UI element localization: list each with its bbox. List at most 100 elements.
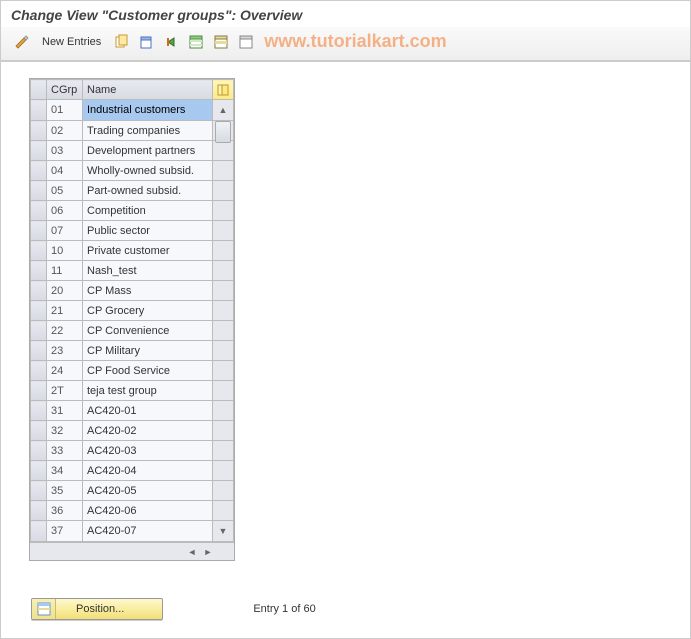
vertical-scrollbar[interactable] [213, 281, 234, 301]
row-selector[interactable] [31, 461, 47, 481]
toggle-change-mode-button[interactable] [11, 32, 33, 52]
cell-name[interactable]: Nash_test [83, 261, 213, 281]
vertical-scrollbar[interactable] [213, 421, 234, 441]
cell-cgrp[interactable]: 34 [47, 461, 83, 481]
cell-cgrp[interactable]: 06 [47, 201, 83, 221]
deselect-all-button[interactable] [235, 32, 257, 52]
new-entries-button[interactable]: New Entries [36, 36, 107, 48]
select-all-corner[interactable] [31, 80, 47, 100]
cell-cgrp[interactable]: 02 [47, 121, 83, 141]
cell-cgrp[interactable]: 05 [47, 181, 83, 201]
vertical-scrollbar[interactable]: ▲ [213, 100, 234, 121]
table-row[interactable]: 04Wholly-owned subsid. [31, 161, 234, 181]
vertical-scrollbar[interactable] [213, 381, 234, 401]
cell-name[interactable]: Public sector [83, 221, 213, 241]
table-row[interactable]: 31AC420-01 [31, 401, 234, 421]
row-selector[interactable] [31, 341, 47, 361]
cell-cgrp[interactable]: 37 [47, 521, 83, 542]
table-row[interactable]: 34AC420-04 [31, 461, 234, 481]
table-row[interactable]: 35AC420-05 [31, 481, 234, 501]
row-selector[interactable] [31, 301, 47, 321]
column-header-name[interactable]: Name [83, 80, 213, 100]
cell-name[interactable]: CP Convenience [83, 321, 213, 341]
row-selector[interactable] [31, 441, 47, 461]
cell-name[interactable]: Part-owned subsid. [83, 181, 213, 201]
scroll-left-icon[interactable]: ◄ [185, 545, 199, 559]
copy-as-button[interactable] [110, 32, 132, 52]
vertical-scrollbar[interactable] [213, 401, 234, 421]
table-row[interactable]: 10Private customer [31, 241, 234, 261]
row-selector[interactable] [31, 281, 47, 301]
scroll-right-icon[interactable]: ► [201, 545, 215, 559]
cell-cgrp[interactable]: 24 [47, 361, 83, 381]
cell-cgrp[interactable]: 07 [47, 221, 83, 241]
horizontal-scrollbar[interactable]: ◄ ► [30, 542, 234, 560]
position-button[interactable]: Position... [31, 598, 163, 620]
cell-cgrp[interactable]: 2T [47, 381, 83, 401]
vertical-scrollbar[interactable] [213, 361, 234, 381]
select-all-button[interactable] [185, 32, 207, 52]
cell-name[interactable]: Competition [83, 201, 213, 221]
row-selector[interactable] [31, 241, 47, 261]
table-row[interactable]: 32AC420-02 [31, 421, 234, 441]
cell-cgrp[interactable]: 04 [47, 161, 83, 181]
row-selector[interactable] [31, 181, 47, 201]
cell-name[interactable]: Wholly-owned subsid. [83, 161, 213, 181]
cell-cgrp[interactable]: 33 [47, 441, 83, 461]
table-row[interactable]: 24CP Food Service [31, 361, 234, 381]
table-row[interactable]: 05Part-owned subsid. [31, 181, 234, 201]
row-selector[interactable] [31, 381, 47, 401]
vertical-scrollbar[interactable] [213, 161, 234, 181]
table-row[interactable]: 33AC420-03 [31, 441, 234, 461]
vertical-scrollbar[interactable] [213, 301, 234, 321]
row-selector[interactable] [31, 481, 47, 501]
vertical-scrollbar[interactable] [213, 261, 234, 281]
cell-cgrp[interactable]: 36 [47, 501, 83, 521]
table-row[interactable]: 2Tteja test group [31, 381, 234, 401]
vertical-scrollbar[interactable] [213, 141, 234, 161]
row-selector[interactable] [31, 221, 47, 241]
cell-cgrp[interactable]: 01 [47, 100, 83, 121]
vertical-scrollbar[interactable] [213, 181, 234, 201]
vertical-scrollbar[interactable] [213, 481, 234, 501]
cell-name[interactable]: AC420-01 [83, 401, 213, 421]
configure-columns-button[interactable] [213, 80, 234, 100]
scroll-down-icon[interactable]: ▼ [219, 522, 228, 540]
table-row[interactable]: 03Development partners [31, 141, 234, 161]
vertical-scrollbar[interactable] [213, 341, 234, 361]
cell-name[interactable]: Trading companies [83, 121, 213, 141]
cell-name[interactable]: CP Grocery [83, 301, 213, 321]
table-row[interactable]: 02Trading companies [31, 121, 234, 141]
cell-cgrp[interactable]: 22 [47, 321, 83, 341]
row-selector[interactable] [31, 261, 47, 281]
row-selector[interactable] [31, 401, 47, 421]
row-selector[interactable] [31, 321, 47, 341]
scroll-up-icon[interactable]: ▲ [219, 101, 228, 119]
cell-cgrp[interactable]: 31 [47, 401, 83, 421]
vertical-scrollbar[interactable] [213, 241, 234, 261]
cell-cgrp[interactable]: 35 [47, 481, 83, 501]
cell-name[interactable]: AC420-02 [83, 421, 213, 441]
table-row[interactable]: 20CP Mass [31, 281, 234, 301]
cell-cgrp[interactable]: 20 [47, 281, 83, 301]
cell-name[interactable]: AC420-03 [83, 441, 213, 461]
cell-cgrp[interactable]: 21 [47, 301, 83, 321]
vertical-scrollbar[interactable]: ▼ [213, 521, 234, 542]
cell-name[interactable]: AC420-05 [83, 481, 213, 501]
table-row[interactable]: 06Competition [31, 201, 234, 221]
table-row[interactable]: 07Public sector [31, 221, 234, 241]
row-selector[interactable] [31, 100, 47, 121]
row-selector[interactable] [31, 201, 47, 221]
cell-name[interactable]: Industrial customers [83, 100, 213, 121]
cell-cgrp[interactable]: 11 [47, 261, 83, 281]
scroll-thumb[interactable] [215, 121, 231, 143]
row-selector[interactable] [31, 161, 47, 181]
vertical-scrollbar[interactable] [213, 221, 234, 241]
table-row[interactable]: 21CP Grocery [31, 301, 234, 321]
cell-cgrp[interactable]: 10 [47, 241, 83, 261]
cell-cgrp[interactable]: 23 [47, 341, 83, 361]
cell-name[interactable]: teja test group [83, 381, 213, 401]
row-selector[interactable] [31, 501, 47, 521]
row-selector[interactable] [31, 141, 47, 161]
vertical-scrollbar[interactable] [213, 321, 234, 341]
